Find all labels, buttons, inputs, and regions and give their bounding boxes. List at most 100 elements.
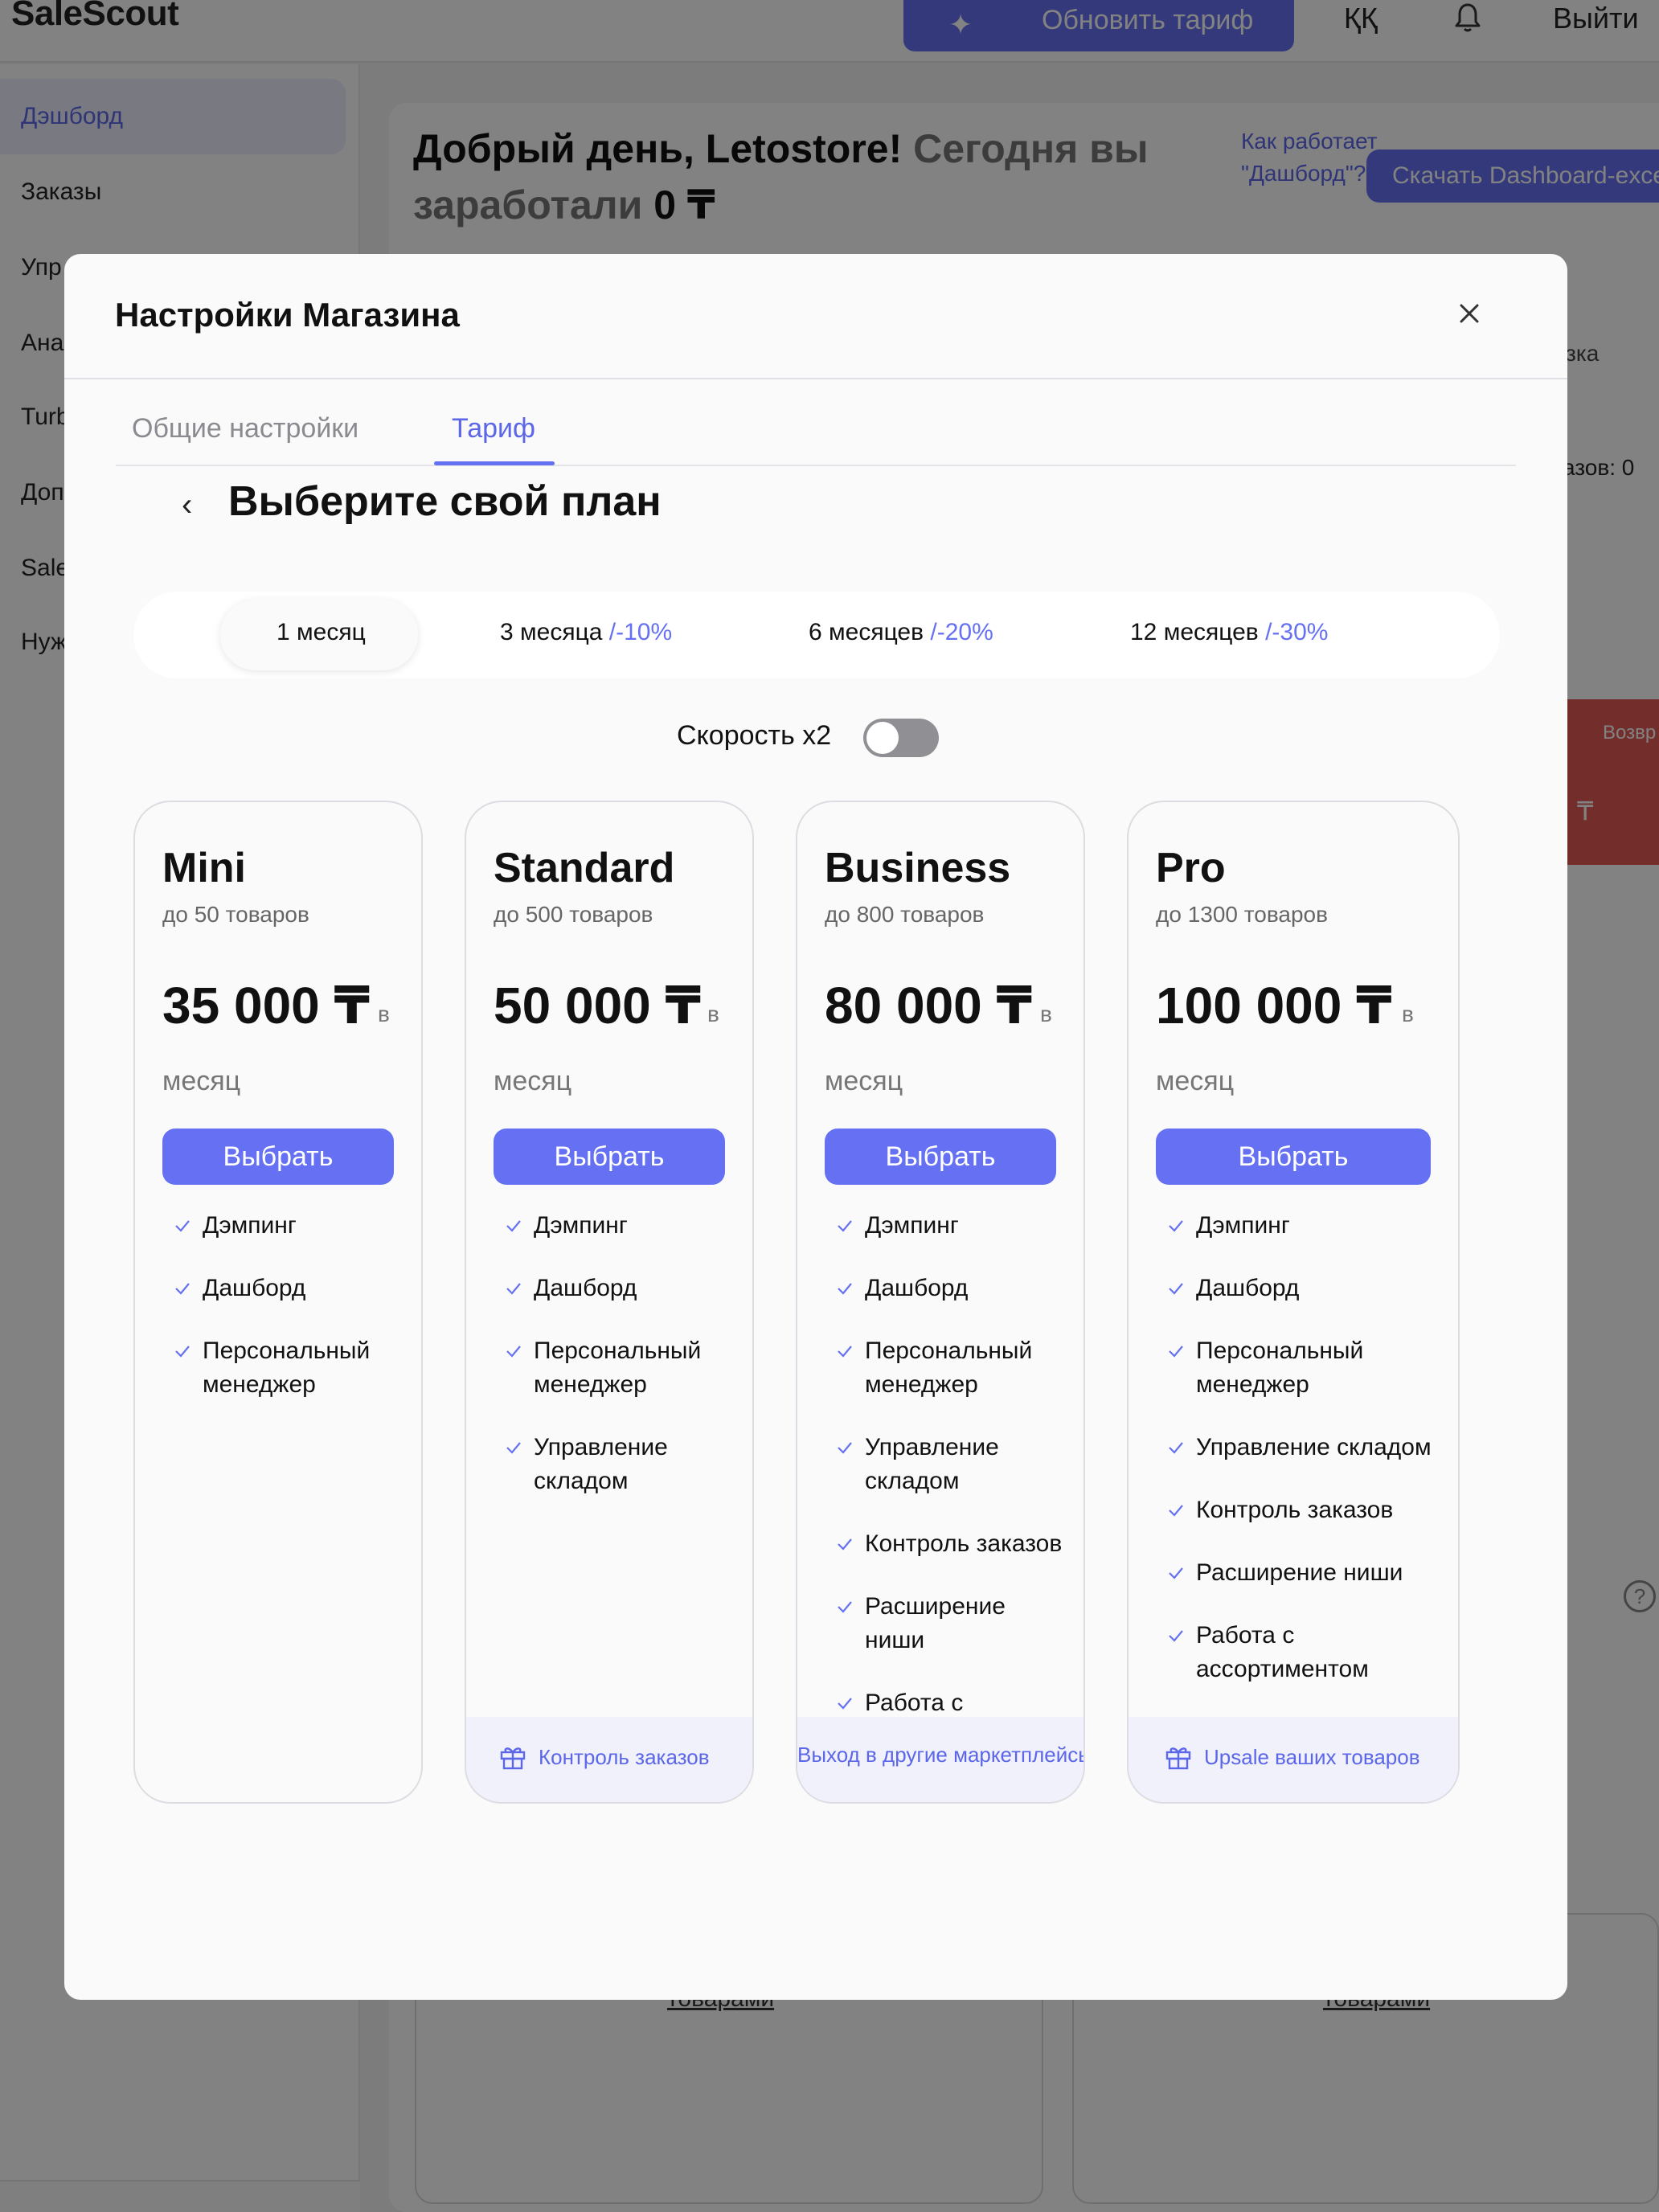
- feature-item: Управление складом: [1156, 1431, 1442, 1464]
- tabs-underline: [116, 465, 1516, 466]
- check-icon: [175, 1283, 190, 1295]
- check-icon: [838, 1538, 852, 1550]
- plan-features: Дэмпинг Дашборд Персональный менеджер Уп…: [825, 1209, 1067, 1783]
- plan-price: 100 000 ₸: [1156, 977, 1392, 1034]
- plan-card-standard: Standard до 500 товаров 50 000 ₸ в месяц…: [465, 801, 754, 1804]
- feature-item: Дэмпинг: [825, 1209, 1067, 1243]
- feature-label: Дэмпинг: [203, 1212, 297, 1239]
- store-settings-modal: Настройки Магазина Общие настройки Тариф…: [64, 254, 1567, 2000]
- plan-features: Дэмпинг Дашборд Персональный менеджер Уп…: [494, 1209, 736, 1527]
- check-icon: [1169, 1283, 1183, 1295]
- plan-bonus: Выход в другие маркетплейсы: [797, 1743, 1085, 1768]
- feature-label: Управление складом: [534, 1434, 668, 1494]
- feature-label: Контроль заказов: [1196, 1497, 1394, 1523]
- plan-limit: до 50 товаров: [162, 902, 309, 927]
- period-option-12-months[interactable]: 12 месяцев /-30%: [1130, 619, 1328, 646]
- check-icon: [1169, 1346, 1183, 1358]
- period-label: 6 месяцев: [809, 619, 924, 645]
- plan-period-long: месяц: [162, 1066, 241, 1096]
- plan-features: Дэмпинг Дашборд Персональный менеджер Уп…: [1156, 1209, 1442, 1715]
- feature-item: Управление складом: [494, 1431, 736, 1498]
- period-option-1-month[interactable]: 1 месяц: [276, 619, 366, 646]
- plan-period-short: в: [707, 1002, 719, 1026]
- select-plan-pro-button[interactable]: Выбрать: [1156, 1129, 1431, 1185]
- feature-label: Персональный менеджер: [203, 1337, 371, 1398]
- plan-period-long: месяц: [825, 1066, 903, 1096]
- feature-label: Дэмпинг: [1196, 1212, 1290, 1239]
- check-icon: [838, 1698, 852, 1710]
- feature-label: Управление складом: [1196, 1434, 1432, 1460]
- active-tab-indicator: [434, 461, 555, 465]
- tab-general-settings[interactable]: Общие настройки: [132, 413, 358, 444]
- feature-item: Персональный менеджер: [825, 1334, 1067, 1402]
- feature-label: Дашборд: [203, 1275, 306, 1301]
- plan-period-short: в: [1040, 1002, 1052, 1026]
- gift-icon: [500, 1747, 526, 1770]
- plan-price: 50 000 ₸: [494, 977, 702, 1034]
- check-icon: [1169, 1220, 1183, 1232]
- plan-bonus-label: Upsale ваших товаров: [1204, 1744, 1420, 1769]
- feature-item: Контроль заказов: [825, 1527, 1067, 1561]
- feature-label: Дэмпинг: [534, 1212, 628, 1239]
- period-label: 3 месяца: [500, 619, 603, 645]
- modal-header-divider: [64, 378, 1567, 379]
- feature-item: Дэмпинг: [1156, 1209, 1442, 1243]
- close-icon[interactable]: [1450, 294, 1489, 333]
- speed-x2-toggle[interactable]: [863, 719, 939, 757]
- check-icon: [838, 1442, 852, 1454]
- feature-label: Персональный менеджер: [865, 1337, 1033, 1398]
- tab-tariff[interactable]: Тариф: [452, 413, 535, 444]
- period-option-6-months[interactable]: 6 месяцев /-20%: [809, 619, 993, 646]
- check-icon: [1169, 1630, 1183, 1642]
- check-icon: [506, 1283, 521, 1295]
- feature-item: Дашборд: [825, 1272, 1067, 1305]
- feature-label: Персональный менеджер: [534, 1337, 702, 1398]
- feature-label: Расширение ниши: [865, 1593, 1006, 1653]
- check-icon: [506, 1220, 521, 1232]
- feature-item: Работа с ассортиментом: [1156, 1619, 1442, 1686]
- period-label: 1 месяц: [276, 619, 366, 645]
- feature-label: Работа с ассортиментом: [1196, 1622, 1369, 1682]
- feature-item: Дэмпинг: [162, 1209, 405, 1243]
- check-icon: [175, 1346, 190, 1358]
- check-icon: [838, 1220, 852, 1232]
- plan-card-mini: Mini до 50 товаров 35 000 ₸ в месяц Выбр…: [133, 801, 423, 1804]
- plan-limit: до 800 товаров: [825, 902, 985, 927]
- feature-label: Расширение ниши: [1196, 1559, 1403, 1586]
- plan-bonus-label: Выход в другие маркетплейсы: [797, 1743, 1085, 1767]
- back-chevron-icon[interactable]: ‹: [182, 487, 192, 523]
- feature-item: Дашборд: [162, 1272, 405, 1305]
- gift-icon: [1165, 1747, 1191, 1770]
- plan-bonus-banner: Контроль заказов: [466, 1717, 752, 1802]
- plan-card-pro: Pro до 1300 товаров 100 000 ₸ в месяц Вы…: [1127, 801, 1460, 1804]
- period-discount: /-20%: [930, 619, 993, 645]
- plan-price: 35 000 ₸: [162, 977, 371, 1034]
- plan-bonus-label: Контроль заказов: [539, 1744, 710, 1769]
- plan-name: Standard: [494, 845, 675, 891]
- select-plan-business-button[interactable]: Выбрать: [825, 1129, 1056, 1185]
- period-label: 12 месяцев: [1130, 619, 1259, 645]
- plan-name: Mini: [162, 845, 246, 891]
- feature-label: Дашборд: [865, 1275, 969, 1301]
- feature-label: Управление складом: [865, 1434, 999, 1494]
- plan-period-long: месяц: [1156, 1066, 1235, 1096]
- period-discount: /-10%: [608, 619, 673, 645]
- feature-item: Управление складом: [825, 1431, 1067, 1498]
- feature-label: Персональный менеджер: [1196, 1337, 1364, 1398]
- feature-item: Персональный менеджер: [494, 1334, 736, 1402]
- select-plan-mini-button[interactable]: Выбрать: [162, 1129, 394, 1185]
- toggle-knob: [866, 722, 899, 754]
- feature-item: Расширение ниши: [825, 1590, 1067, 1657]
- check-icon: [1169, 1567, 1183, 1579]
- select-plan-standard-button[interactable]: Выбрать: [494, 1129, 725, 1185]
- plan-bonus: Upsale ваших товаров: [1164, 1743, 1420, 1772]
- plan-limit: до 500 товаров: [494, 902, 653, 927]
- plan-card-business: Business до 800 товаров 80 000 ₸ в месяц…: [796, 801, 1085, 1804]
- plan-features: Дэмпинг Дашборд Персональный менеджер: [162, 1209, 405, 1431]
- check-icon: [838, 1283, 852, 1295]
- plan-limit: до 1300 товаров: [1156, 902, 1328, 927]
- period-discount: /-30%: [1265, 619, 1329, 645]
- feature-item: Дэмпинг: [494, 1209, 736, 1243]
- period-option-3-months[interactable]: 3 месяца /-10%: [500, 619, 672, 646]
- check-icon: [838, 1601, 852, 1613]
